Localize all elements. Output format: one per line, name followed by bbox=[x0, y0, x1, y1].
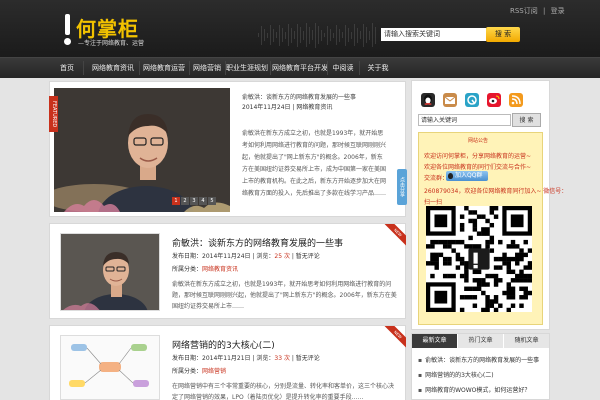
post-meta: 发布日期：2014年11月21日 | 浏览：33 次 | 暂无评论 bbox=[172, 355, 320, 362]
tab-random[interactable]: 随机文章 bbox=[504, 334, 549, 348]
notice-line: 欢迎各位网络教育的同行们交流与合作~ bbox=[424, 164, 532, 171]
site-logo-subtitle: —专注于网络教育、运营 bbox=[78, 40, 145, 47]
rss-link[interactable]: RSS订阅 bbox=[510, 7, 538, 15]
qr-code bbox=[426, 206, 533, 313]
nav-item-about[interactable]: 关于我 bbox=[361, 58, 395, 78]
post-title[interactable]: 网络营销的的3大核心(二) bbox=[172, 338, 275, 351]
slider-dot[interactable]: 4 bbox=[199, 197, 207, 205]
post-excerpt: 俞敏洪在新东方成立之初，也就是1993年，就开始思考如何利用网络进行教育的问题，… bbox=[172, 281, 397, 310]
post-category-label: 所属分类： bbox=[172, 266, 203, 273]
post-views-label: 浏览： bbox=[256, 355, 275, 362]
post-excerpt: 在网络营销中有三个非常重要的核心，分别是流量、转化率和客单价，这三个核心决定了网… bbox=[172, 383, 395, 400]
notice-line: 交流群： bbox=[424, 175, 449, 182]
tab-list-item[interactable]: 俞敏洪：谈新东方的网络教育发展的一些事 bbox=[418, 355, 539, 364]
tqq-icon[interactable] bbox=[465, 93, 479, 107]
post-views: 25 次 bbox=[274, 253, 290, 260]
notice-line: 欢迎访问何掌柜，分享网络教育的运营~ bbox=[424, 153, 532, 160]
post-views-label: 浏览： bbox=[256, 253, 275, 260]
tab-popular[interactable]: 热门文章 bbox=[458, 334, 503, 348]
nav-item-reading[interactable]: 中阅读 bbox=[329, 58, 357, 78]
nav-item-marketing[interactable]: 网络营销 bbox=[190, 58, 224, 78]
new-badge: NEW bbox=[384, 224, 406, 246]
weibo-icon[interactable] bbox=[487, 93, 501, 107]
notice-line: 260879034，欢迎各位网络教育同行加入~ 微信号： bbox=[424, 188, 568, 195]
notice-title: 网站公告 bbox=[468, 138, 489, 144]
post-thumbnail[interactable] bbox=[60, 233, 160, 311]
post-category-label: 所属分类： bbox=[172, 368, 203, 375]
join-qq-group-button[interactable]: 加入QQ群 bbox=[446, 171, 488, 181]
featured-meta: 2014年11月24日 | 网络教育资讯 bbox=[242, 104, 333, 111]
slider-dot[interactable]: 3 bbox=[190, 197, 198, 205]
top-links-separator: | bbox=[543, 7, 546, 15]
post-category-link[interactable]: 网络教育资讯 bbox=[202, 266, 238, 273]
sidebar-search-button[interactable]: 搜 索 bbox=[512, 113, 541, 127]
nav-separator bbox=[327, 61, 328, 75]
nav-item-career[interactable]: 职业生涯规划 bbox=[226, 58, 268, 78]
post-views: 33 次 bbox=[274, 355, 290, 362]
top-links: RSS订阅 | 登录 bbox=[510, 6, 568, 16]
email-icon[interactable] bbox=[443, 93, 457, 107]
sidebar-search-input[interactable]: 请输入关键词 bbox=[418, 114, 511, 126]
tab-list-item[interactable]: 网络教育的WOWO模式，如何运营好？ bbox=[418, 385, 530, 394]
search-button[interactable]: 搜 索 bbox=[486, 27, 520, 42]
tab-list-item[interactable]: 网络营销的的3大核心(二) bbox=[418, 370, 494, 379]
post-thumbnail[interactable] bbox=[60, 335, 160, 400]
search-input[interactable]: 请输入搜索关键词 bbox=[381, 28, 486, 41]
post-title[interactable]: 俞敏洪：谈新东方的网络教育发展的一些事 bbox=[172, 236, 343, 249]
share-tab[interactable]: 点击分享 bbox=[397, 169, 407, 205]
nav-item-home[interactable]: 首页 bbox=[55, 58, 79, 78]
nav-separator bbox=[270, 61, 271, 75]
slider-dot[interactable]: 2 bbox=[181, 197, 189, 205]
post-category: 所属分类：网络营销 bbox=[172, 366, 226, 375]
nav-item-platform-dev[interactable]: 网络教育平台开发 bbox=[272, 58, 328, 78]
tab-latest[interactable]: 最新文章 bbox=[412, 334, 457, 348]
header-decoration bbox=[258, 22, 378, 48]
login-link[interactable]: 登录 bbox=[551, 7, 565, 15]
post-meta: 发布日期：2014年11月24日 | 浏览：25 次 | 暂无评论 bbox=[172, 253, 320, 260]
featured-image[interactable] bbox=[54, 88, 230, 212]
post-category: 所属分类：网络教育资讯 bbox=[172, 264, 238, 273]
featured-title[interactable]: 俞敏洪：谈新东方的网络教育发展的一些事 bbox=[242, 92, 356, 101]
logo-exclamation-icon[interactable] bbox=[62, 14, 72, 46]
nav-separator bbox=[83, 61, 84, 75]
slider-dot[interactable]: 1 bbox=[172, 197, 180, 205]
slider-dot[interactable]: 5 bbox=[208, 197, 216, 205]
nav-separator bbox=[359, 61, 360, 75]
qq-icon[interactable] bbox=[421, 93, 435, 107]
post-comments[interactable]: 暂无评论 bbox=[296, 355, 320, 362]
featured-excerpt: 俞敏洪在新东方成立之初，也就是1993年，就开始思考如何利用网络进行教育的问题，… bbox=[242, 130, 387, 197]
slider-pagination: 12345 bbox=[172, 197, 217, 205]
rss-icon[interactable] bbox=[509, 93, 523, 107]
post-date: 发布日期：2014年11月21日 bbox=[172, 355, 251, 362]
post-date: 发布日期：2014年11月24日 bbox=[172, 253, 251, 260]
main-nav: 首页 网络教育资讯 网络教育运营 网络营销 职业生涯规划 网络教育平台开发 中阅… bbox=[0, 57, 600, 78]
post-category-link[interactable]: 网络营销 bbox=[202, 368, 226, 375]
nav-item-edu-ops[interactable]: 网络教育运营 bbox=[140, 58, 188, 78]
nav-item-edu-news[interactable]: 网络教育资讯 bbox=[88, 58, 138, 78]
new-badge: NEW bbox=[384, 326, 406, 348]
notice-line: 扫一扫 bbox=[424, 199, 443, 206]
post-comments[interactable]: 暂无评论 bbox=[296, 253, 320, 260]
featured-ribbon: FEATURED bbox=[49, 96, 58, 132]
